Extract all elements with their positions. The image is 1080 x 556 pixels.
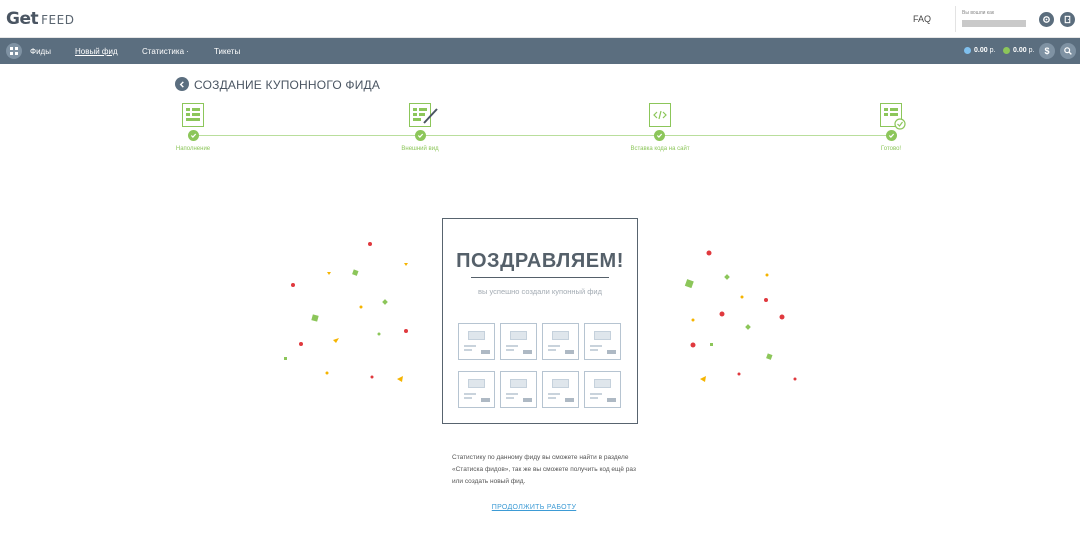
logo-word: FEED	[41, 13, 75, 27]
door-icon	[1064, 15, 1071, 24]
step-done-icon	[880, 103, 906, 130]
dollar-icon: $	[1044, 46, 1050, 56]
congrats-subtitle: вы успешно создали купонный фид	[478, 287, 602, 296]
coupon-tile	[500, 371, 537, 408]
coupon-tile	[458, 323, 495, 360]
logo-mark: Get	[6, 9, 39, 29]
user-name-placeholder	[962, 20, 1026, 27]
gear-icon	[1043, 16, 1050, 23]
main-nav: Фиды Новый фид Статистика · Тикеты 0.00 …	[0, 38, 1080, 64]
user-info: Вы вошли как	[962, 10, 1026, 27]
top-header: Get FEED FAQ Вы вошли как	[0, 0, 1080, 38]
getfeed-logo[interactable]: Get FEED	[6, 9, 74, 29]
feed-preview-grid	[458, 323, 621, 408]
coupon-tile	[542, 323, 579, 360]
settings-button[interactable]	[1039, 12, 1054, 27]
chevron-left-icon	[179, 80, 184, 88]
top-up-button[interactable]: $	[1039, 43, 1055, 59]
logout-button[interactable]	[1060, 12, 1075, 27]
step-check-icon	[654, 130, 665, 141]
coupon-tile	[458, 371, 495, 408]
step-label-appearance: Внешний вид	[401, 146, 439, 152]
step-label-done: Готово!	[880, 146, 902, 152]
nav-item-tickets[interactable]: Тикеты	[214, 47, 240, 56]
balance-main-currency: р.	[989, 47, 996, 54]
step-check-icon	[886, 130, 897, 141]
step-appearance-icon	[409, 103, 438, 127]
nav-item-statistics[interactable]: Статистика ·	[142, 47, 189, 56]
steps-progress-line	[193, 135, 891, 136]
search-button[interactable]	[1060, 43, 1076, 59]
step-content-icon	[182, 103, 204, 127]
statistics-info-text: Статистику по данному фиду вы сможете на…	[452, 454, 636, 485]
coin-blue-icon	[964, 47, 971, 54]
coupon-tile	[500, 323, 537, 360]
coupon-tile	[584, 371, 621, 408]
balance-bonus: 0.00 р.	[1003, 47, 1034, 54]
balance-main-value: 0.00	[974, 47, 988, 54]
apps-menu-button[interactable]	[6, 43, 22, 59]
balance-bonus-value: 0.00	[1013, 47, 1027, 54]
header-divider	[955, 6, 956, 32]
step-code-icon	[649, 103, 671, 127]
coin-green-icon	[1003, 47, 1010, 54]
title-underline	[471, 277, 609, 278]
nav-item-new-feed[interactable]: Новый фид	[75, 47, 118, 56]
balance-main: 0.00 р.	[964, 47, 995, 54]
user-label: Вы вошли как	[962, 10, 995, 16]
nav-item-feeds[interactable]: Фиды	[30, 47, 51, 56]
congrats-title: ПОЗДРАВЛЯЕМ!	[456, 250, 624, 272]
continue-work-link[interactable]: ПРОДОЛЖИТЬ РАБОТУ	[0, 504, 1068, 511]
page-title: СОЗДАНИЕ КУПОННОГО ФИДА	[194, 78, 381, 92]
grid-icon	[10, 47, 18, 55]
balance-bonus-currency: р.	[1028, 47, 1035, 54]
step-label-content: Наполнение	[175, 146, 211, 152]
coupon-tile	[542, 371, 579, 408]
search-icon	[1064, 47, 1072, 55]
step-check-icon	[188, 130, 199, 141]
congrats-card: ПОЗДРАВЛЯЕМ! вы успешно создали купонный…	[442, 218, 638, 424]
faq-link[interactable]: FAQ	[913, 14, 931, 24]
coupon-tile	[584, 323, 621, 360]
step-check-icon	[415, 130, 426, 141]
step-label-code: Вставка кода на сайт	[630, 146, 690, 152]
back-button[interactable]	[175, 77, 189, 91]
